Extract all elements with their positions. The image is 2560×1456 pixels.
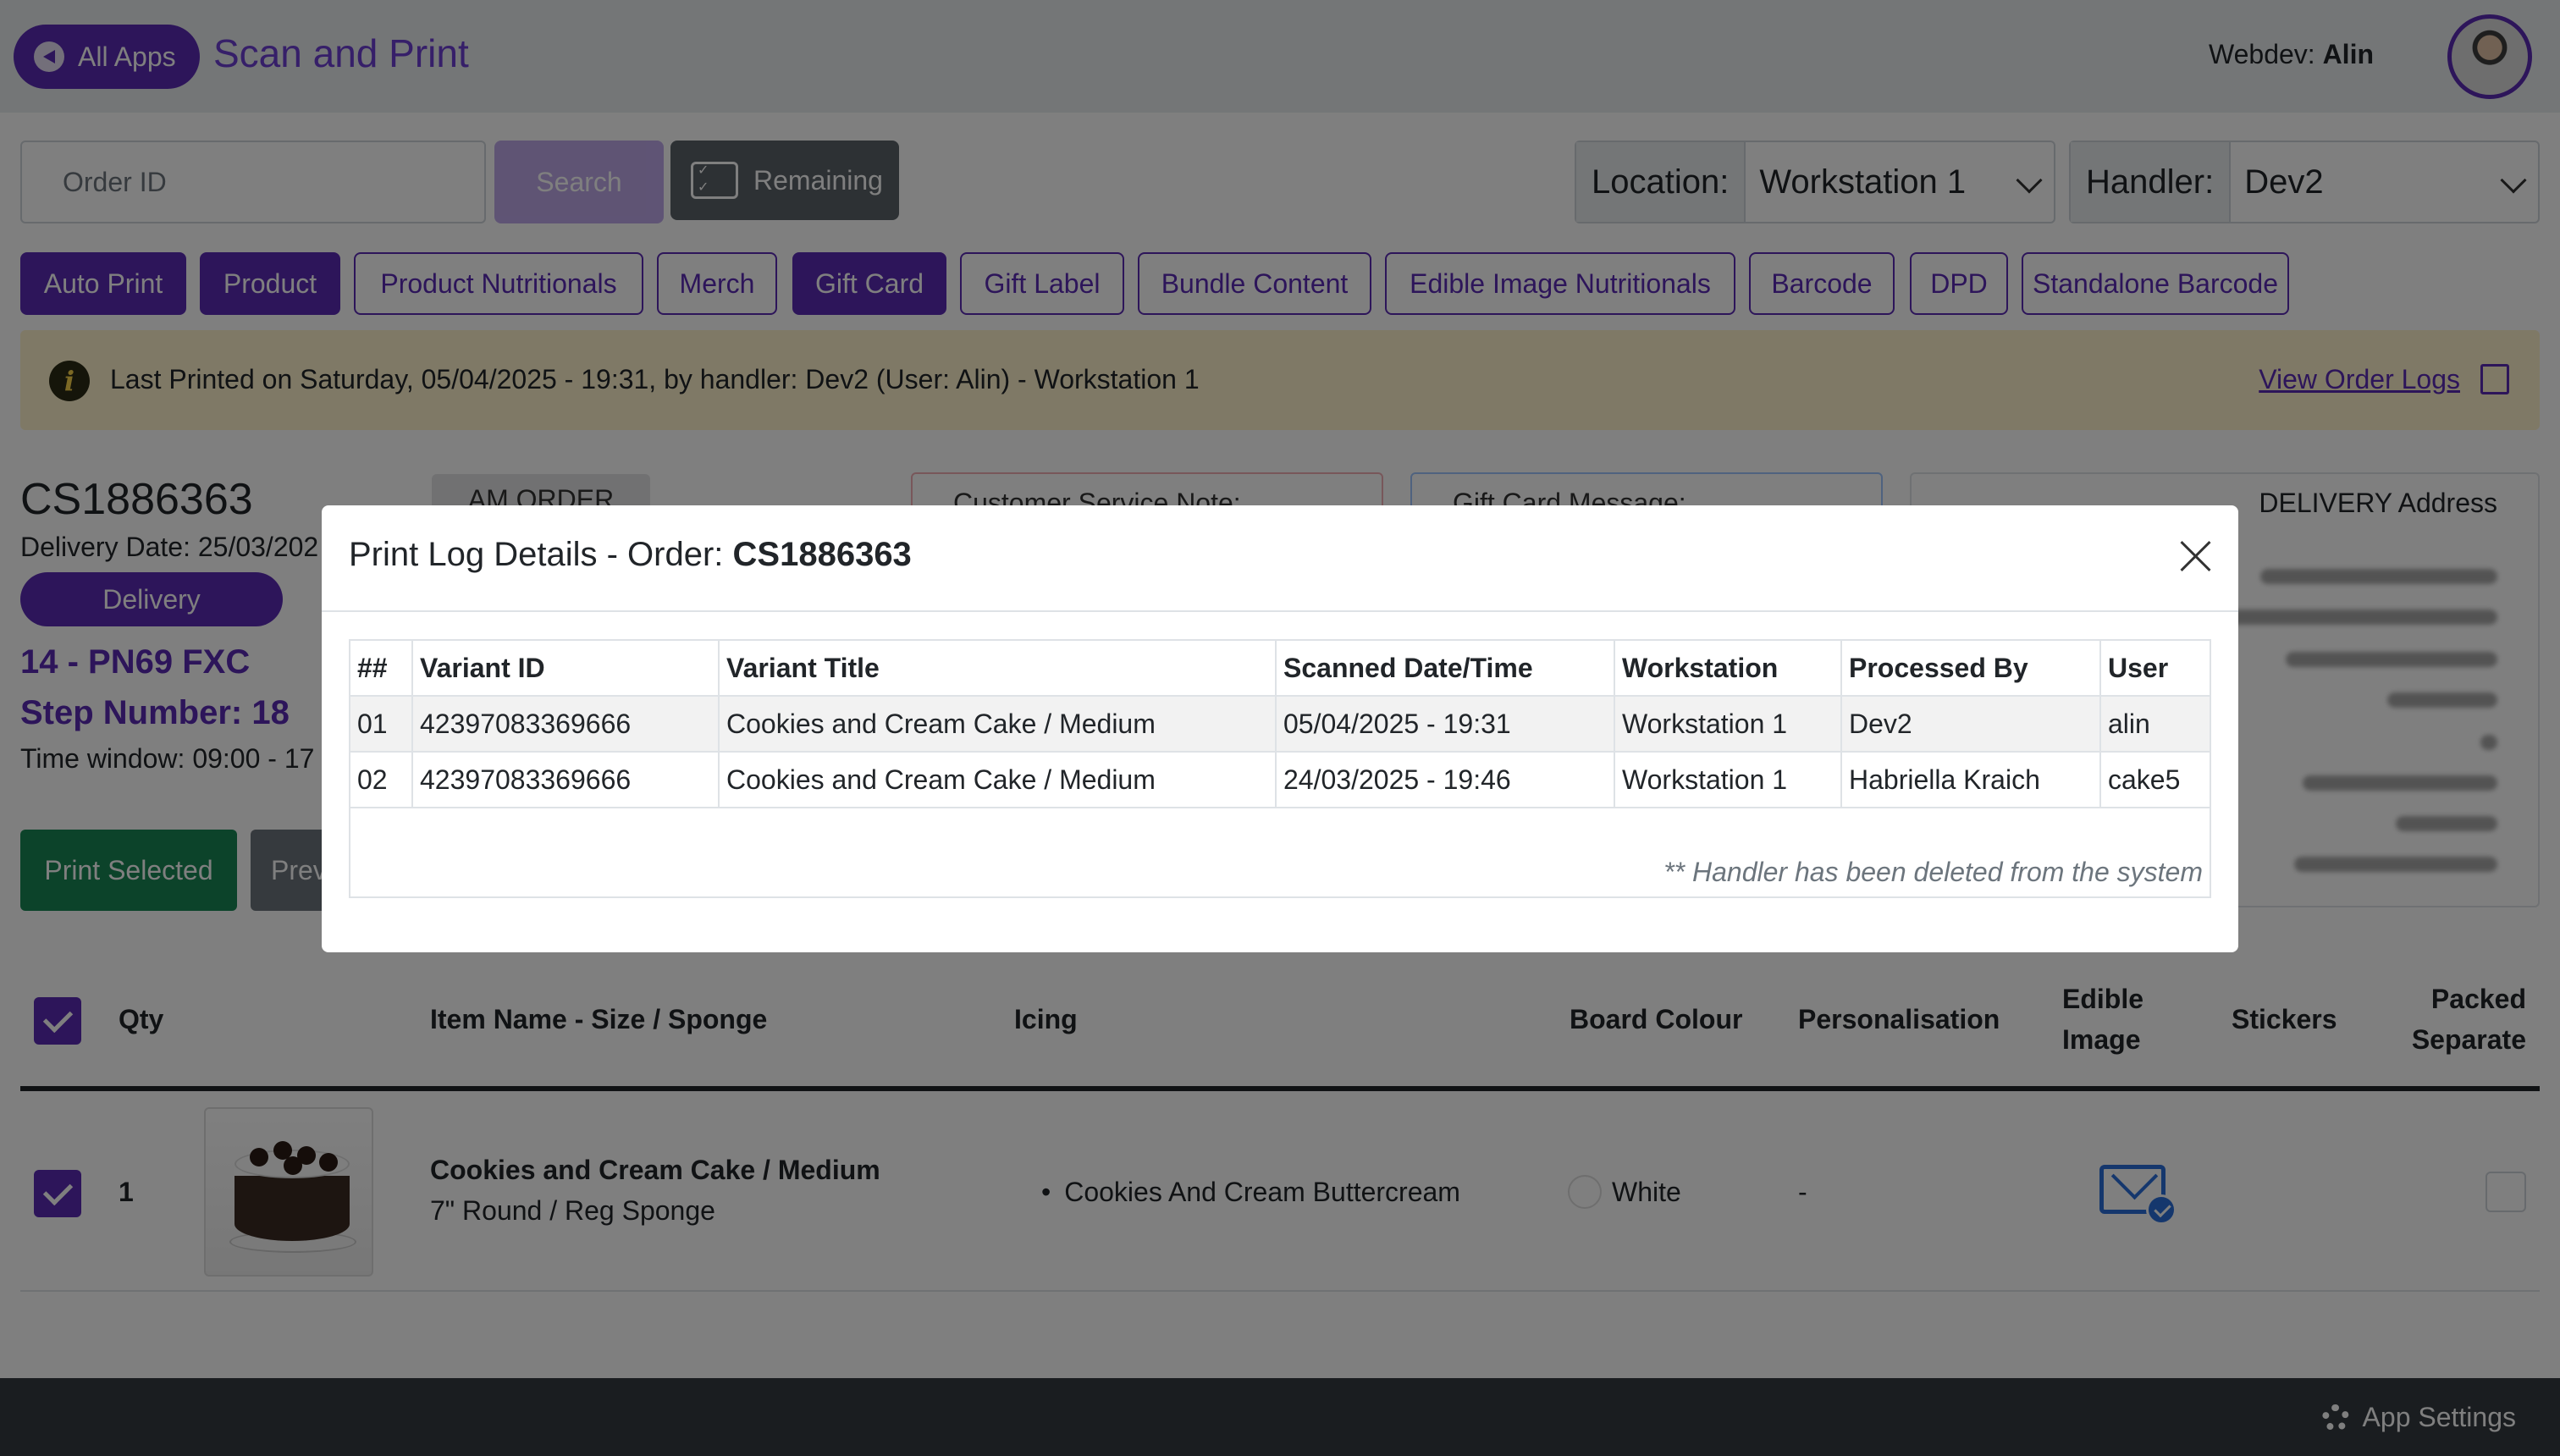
cell-scanned-datetime: 24/03/2025 - 19:46 [1275,751,1615,808]
modal-header-divider [322,610,2238,612]
cell-processed-by: Dev2 [1840,695,2101,753]
modal-title: Print Log Details - Order: CS1886363 [349,536,912,574]
cell-index: 01 [349,695,413,753]
table-footnote-row: ** Handler has been deleted from the sys… [349,807,2211,898]
cell-workstation: Workstation 1 [1614,695,1842,753]
modal-title-prefix: Print Log Details - Order: [349,536,724,573]
handler-deleted-footnote: ** Handler has been deleted from the sys… [349,807,2211,898]
col-processed-by: Processed By [1840,639,2101,697]
cell-processed-by: Habriella Kraich [1840,751,2101,808]
cell-variant-title: Cookies and Cream Cake / Medium [718,751,1277,808]
col-variant-id: Variant ID [411,639,720,697]
modal-title-order: CS1886363 [732,536,912,573]
col-scanned-datetime: Scanned Date/Time [1275,639,1615,697]
cell-scanned-datetime: 05/04/2025 - 19:31 [1275,695,1615,753]
table-row: 02 42397083369666 Cookies and Cream Cake… [349,751,2211,808]
cell-index: 02 [349,751,413,808]
print-log-table: ## Variant ID Variant Title Scanned Date… [349,639,2211,898]
cell-variant-id: 42397083369666 [411,751,720,808]
cell-user: alin [2099,695,2211,753]
table-header-row: ## Variant ID Variant Title Scanned Date… [349,639,2211,697]
cell-variant-id: 42397083369666 [411,695,720,753]
cell-variant-title: Cookies and Cream Cake / Medium [718,695,1277,753]
close-icon[interactable] [2176,536,2216,576]
print-log-modal: Print Log Details - Order: CS1886363 ## … [322,505,2238,952]
col-user: User [2099,639,2211,697]
col-workstation: Workstation [1614,639,1842,697]
col-variant-title: Variant Title [718,639,1277,697]
table-row: 01 42397083369666 Cookies and Cream Cake… [349,695,2211,753]
cell-user: cake5 [2099,751,2211,808]
col-index: ## [349,639,413,697]
cell-workstation: Workstation 1 [1614,751,1842,808]
